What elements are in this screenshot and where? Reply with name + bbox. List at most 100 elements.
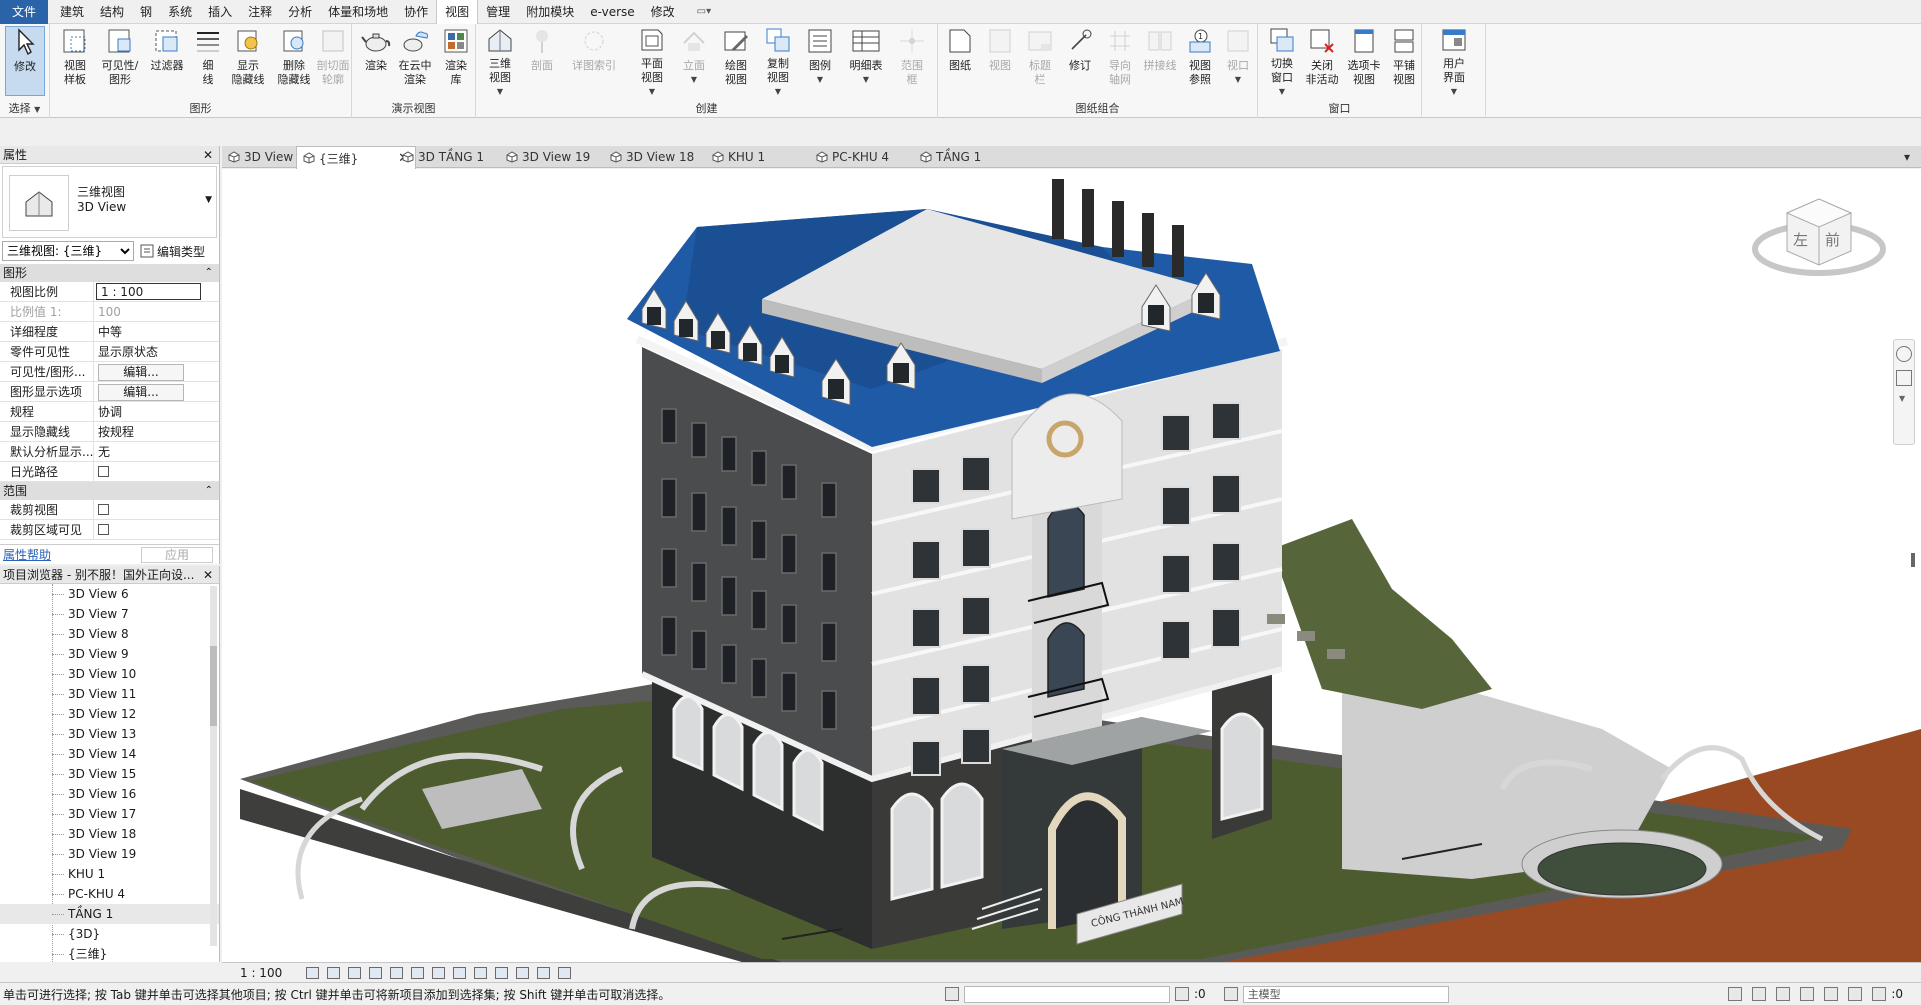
render-gallery-button[interactable]: 渲染 库	[436, 26, 476, 98]
render-dialog-icon[interactable]	[390, 966, 404, 979]
zoom-region-icon[interactable]	[1896, 370, 1912, 386]
show-hidden-lines-button[interactable]: 显示 隐藏线	[226, 26, 270, 98]
show-analytical-model-icon[interactable]	[537, 966, 551, 979]
visual-style-icon[interactable]	[327, 966, 341, 979]
tile-views-button[interactable]: 平铺 视图	[1384, 26, 1424, 98]
menu-modify[interactable]: 修改	[643, 0, 683, 24]
view-tab[interactable]: TẦNG 1	[914, 146, 1014, 168]
view-instance-select[interactable]: 三维视图: {三维}	[2, 241, 134, 261]
switch-windows-button[interactable]: 切换 窗口 ▼	[1262, 26, 1302, 98]
design-options-icon[interactable]	[1223, 987, 1238, 1001]
viewports-button[interactable]: 视口 ▼	[1218, 26, 1258, 98]
select-pinned-icon[interactable]	[1776, 987, 1791, 1001]
browser-view-item[interactable]: {三维}	[0, 944, 219, 962]
type-dropdown-icon[interactable]: ▼	[205, 195, 212, 205]
property-checkbox[interactable]	[98, 504, 109, 515]
select-underlay-icon[interactable]	[1752, 987, 1767, 1001]
browser-view-item[interactable]: 3D View 16	[0, 784, 219, 804]
temporary-hide-icon[interactable]	[474, 966, 488, 979]
highlight-displacement-icon[interactable]	[558, 966, 572, 979]
chevron-down-icon[interactable]: ▼	[1899, 394, 1909, 403]
property-value[interactable]: 显示原状态	[94, 342, 219, 361]
worksets-icon[interactable]	[945, 987, 959, 1001]
schedules-button[interactable]: 明细表 ▼	[844, 26, 888, 98]
view-tab[interactable]: 3D TẦNG 1	[396, 146, 500, 168]
browser-view-item[interactable]: 3D View 7	[0, 604, 219, 624]
temporary-view-properties-icon[interactable]	[516, 966, 530, 979]
detail-level-icon[interactable]	[306, 966, 320, 979]
browser-view-item[interactable]: 3D View 9	[0, 644, 219, 664]
browser-view-item[interactable]: 3D View 8	[0, 624, 219, 644]
menu-view[interactable]: 视图	[436, 0, 479, 24]
revisions-button[interactable]: 修订	[1060, 26, 1100, 98]
section-button[interactable]: 剖面	[522, 26, 562, 98]
browser-view-item[interactable]: TẦNG 1	[0, 904, 219, 924]
workset-dropdown[interactable]	[964, 985, 1170, 1003]
visibility-graphics-button[interactable]: 可见性/ 图形	[98, 26, 142, 98]
view-reference-button[interactable]: 1 视图 参照	[1180, 26, 1220, 98]
properties-help-link[interactable]: 属性帮助	[0, 546, 51, 563]
tab-views-button[interactable]: 选项卡 视图	[1342, 26, 1386, 98]
filter-icon[interactable]	[1872, 987, 1887, 1001]
tab-overflow-icon[interactable]: ▾	[1904, 146, 1918, 168]
callout-button[interactable]: 详图索引	[566, 26, 622, 98]
menu-architecture[interactable]: 建筑	[52, 0, 92, 24]
edit-button[interactable]: 编辑...	[98, 364, 184, 381]
drag-elements-icon[interactable]	[1824, 987, 1839, 1001]
viewcube-front-face[interactable]: 前	[1825, 231, 1840, 249]
menu-file[interactable]: 文件	[0, 0, 49, 24]
view-scale[interactable]: 1 : 100	[222, 966, 302, 980]
browser-view-item[interactable]: 3D View 11	[0, 684, 219, 704]
drawing-area-3d[interactable]: CÔNG THÀNH NAM 左 前 ▼	[222, 169, 1921, 962]
browser-view-item[interactable]: 3D View 13	[0, 724, 219, 744]
modify-button[interactable]: 修改	[5, 26, 45, 96]
browser-view-item[interactable]: KHU 1	[0, 864, 219, 884]
menu-systems[interactable]: 系统	[160, 0, 200, 24]
view-tab[interactable]: PC-KHU 4	[810, 146, 914, 168]
menu-structure[interactable]: 结构	[92, 0, 132, 24]
guide-grid-button[interactable]: 导向 轴网	[1100, 26, 1140, 98]
menu-insert[interactable]: 插入	[200, 0, 240, 24]
lock-3d-view-icon[interactable]	[453, 966, 467, 979]
view-templates-button[interactable]: 视图 样板	[55, 26, 95, 98]
section-graphics[interactable]: 图形 ⌃	[0, 264, 219, 282]
steering-wheel-icon[interactable]	[1896, 346, 1912, 362]
section-extents[interactable]: 范围 ⌃	[0, 482, 219, 500]
close-inactive-button[interactable]: 关闭 非活动	[1302, 26, 1342, 98]
remove-hidden-lines-button[interactable]: 删除 隐藏线	[272, 26, 316, 98]
title-block-button[interactable]: 标题 栏	[1020, 26, 1060, 98]
view-tab[interactable]: 3D View 19	[500, 146, 604, 168]
3d-view-button[interactable]: 三维 视图 ▼	[480, 26, 520, 98]
property-value[interactable]: 无	[94, 442, 219, 461]
type-selector[interactable]: 三维视图 3D View ▼	[2, 166, 217, 238]
shadows-icon[interactable]	[369, 966, 383, 979]
cut-profile-button[interactable]: 剖切面 轮廓	[316, 26, 350, 98]
property-value[interactable]: 按规程	[94, 422, 219, 441]
menu-analyze[interactable]: 分析	[280, 0, 320, 24]
property-value[interactable]: 协调	[94, 402, 219, 421]
drafting-view-button[interactable]: 绘图 视图	[716, 26, 756, 98]
legends-button[interactable]: 图例 ▼	[800, 26, 840, 98]
edit-button[interactable]: 编辑...	[98, 384, 184, 401]
filters-button[interactable]: 过滤器	[144, 26, 190, 98]
scope-box-button[interactable]: 范围 框	[892, 26, 932, 98]
view-tab[interactable]: KHU 1	[706, 146, 810, 168]
viewcube[interactable]: 左 前	[1747, 183, 1887, 283]
menu-steel[interactable]: 钢	[132, 0, 160, 24]
matchline-button[interactable]: 拼接线	[1140, 26, 1180, 98]
property-checkbox[interactable]	[98, 524, 109, 535]
property-value[interactable]: 中等	[94, 322, 219, 341]
render-cloud-button[interactable]: 在云中 渲染	[394, 26, 436, 98]
browser-view-item[interactable]: 3D View 19	[0, 844, 219, 864]
menu-manage[interactable]: 管理	[478, 0, 518, 24]
elevation-button[interactable]: 立面 ▼	[674, 26, 714, 98]
show-crop-region-icon[interactable]	[432, 966, 446, 979]
close-browser-icon[interactable]: ✕	[203, 566, 213, 583]
menu-everse[interactable]: e-verse	[582, 0, 642, 24]
contextual-tab-toggle[interactable]: ▭▾	[689, 0, 719, 24]
background-processes-icon[interactable]	[1848, 987, 1863, 1001]
edit-type-button[interactable]: 编辑类型	[140, 243, 205, 260]
select-links-icon[interactable]	[1728, 987, 1743, 1001]
canvas-splitter-handle[interactable]	[1911, 553, 1915, 567]
sun-path-icon[interactable]	[348, 966, 362, 979]
